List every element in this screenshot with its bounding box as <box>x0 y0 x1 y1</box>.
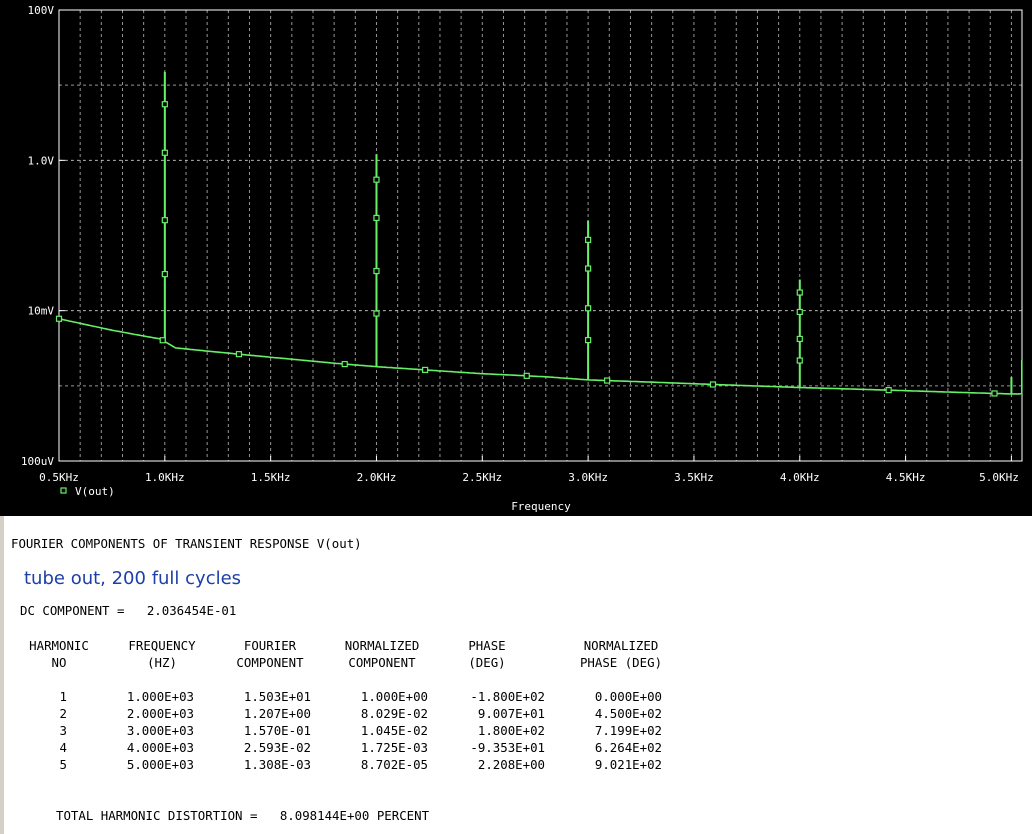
y-tick-label: 100V <box>28 4 55 17</box>
table-cell: 4 <box>59 740 67 755</box>
data-point-marker <box>796 335 803 343</box>
data-point-marker <box>709 381 717 388</box>
data-point-marker <box>796 308 803 316</box>
data-point-marker <box>373 214 380 222</box>
fourier-report: FOURIER COMPONENTS OF TRANSIENT RESPONSE… <box>0 516 1032 834</box>
data-point-marker <box>585 236 592 243</box>
probe-plot-window[interactable]: 100V 1.0V 10mV 100uV 0.5KHz 1.0KHz 1.5KHz 2.0KH… <box>0 0 1032 516</box>
data-point-marker <box>585 337 592 344</box>
data-point-marker <box>885 387 892 394</box>
table-cell: 2 <box>59 706 67 721</box>
table-cell: 9.007E+01 <box>477 706 545 721</box>
table-cell: 1 <box>59 689 67 704</box>
table-cell: 1.207E+00 <box>243 706 311 721</box>
x-axis-label: Frequency <box>511 500 571 513</box>
table-cell: 3 <box>59 723 67 738</box>
table-cell: -1.800E+02 <box>470 689 545 704</box>
table-cell: 1.503E+01 <box>243 689 311 704</box>
data-point-marker <box>161 101 168 108</box>
data-point-marker <box>235 351 243 358</box>
data-point-marker <box>161 217 168 224</box>
x-tick-label: 3.5KHz <box>674 471 714 484</box>
table-cell: 1.308E-03 <box>243 757 311 772</box>
table-cell: 8.702E-05 <box>360 757 428 772</box>
data-point-marker <box>161 271 168 278</box>
data-point-marker <box>373 267 380 275</box>
table-cell: 5 <box>59 757 67 772</box>
y-tick-label: 1.0V <box>28 154 55 167</box>
x-tick-label: 1.0KHz <box>145 471 185 484</box>
table-cell: 1.800E+02 <box>477 723 545 738</box>
table-cell: 2.593E-02 <box>243 740 311 755</box>
x-tick-label: 4.0KHz <box>780 471 820 484</box>
data-point-marker <box>604 377 611 384</box>
data-point-marker <box>341 360 348 368</box>
legend-label: V(out) <box>75 485 115 498</box>
data-point-marker <box>796 357 803 364</box>
table-header: NORMALIZED <box>583 638 659 653</box>
table-cell: 2.000E+03 <box>126 706 194 721</box>
table-cell: 1.570E-01 <box>243 723 311 738</box>
table-cell: 6.264E+02 <box>594 740 662 755</box>
y-tick-label: 10mV <box>28 305 55 318</box>
x-tick-label: 1.5KHz <box>251 471 291 484</box>
legend-marker-icon <box>60 487 67 494</box>
dc-component-line: DC COMPONENT = 2.036454E-01 <box>20 603 236 618</box>
data-point-marker <box>585 305 592 312</box>
data-point-marker <box>422 366 429 374</box>
table-cell: 7.199E+02 <box>594 723 662 738</box>
data-point-marker <box>373 310 380 317</box>
x-tick-label: 0.5KHz <box>39 471 79 484</box>
data-point-marker <box>523 372 530 379</box>
table-header: (DEG) <box>468 655 506 670</box>
x-tick-label: 5.0KHz <box>979 471 1019 484</box>
table-cell: 8.029E-02 <box>360 706 428 721</box>
x-tick-label: 3.0KHz <box>568 471 608 484</box>
data-point-marker <box>991 390 998 397</box>
x-tick-label: 2.0KHz <box>357 471 397 484</box>
table-cell: 1.000E+03 <box>126 689 194 704</box>
report-title: FOURIER COMPONENTS OF TRANSIENT RESPONSE… <box>11 536 362 551</box>
thd-line: TOTAL HARMONIC DISTORTION = 8.098144E+00… <box>56 808 429 823</box>
dc-component-label: DC COMPONENT = <box>20 603 125 618</box>
table-cell: 5.000E+03 <box>126 757 194 772</box>
data-point-marker <box>159 337 166 344</box>
report-note: tube out, 200 full cycles <box>24 568 242 589</box>
table-cell: 1.000E+00 <box>360 689 428 704</box>
table-cell: 3.000E+03 <box>126 723 194 738</box>
data-point-marker <box>161 149 168 156</box>
data-point-marker <box>796 289 803 296</box>
table-cell: 4.000E+03 <box>126 740 194 755</box>
table-cell: 1.045E-02 <box>360 723 428 738</box>
thd-value: 8.098144E+00 <box>279 808 370 823</box>
table-cell: 2.208E+00 <box>477 757 545 772</box>
plot-frame <box>58 9 1023 462</box>
table-header: PHASE (DEG) <box>579 655 663 670</box>
x-tick-label: 2.5KHz <box>462 471 502 484</box>
x-tick-label: 4.5KHz <box>886 471 926 484</box>
table-cell: 0.000E+00 <box>594 689 662 704</box>
table-cell: 1.725E-03 <box>360 740 428 755</box>
frequency-plot: 100V 1.0V 10mV 100uV 0.5KHz 1.0KHz 1.5KHz 2.0KH… <box>21 4 1023 513</box>
thd-label: TOTAL HARMONIC DISTORTION = <box>56 808 258 823</box>
dc-component-value: 2.036454E-01 <box>146 603 237 618</box>
y-tick-label: 100uV <box>21 455 54 468</box>
table-header: PHASE <box>468 638 506 653</box>
table-cell: 9.021E+02 <box>594 757 662 772</box>
data-point-marker <box>373 176 380 183</box>
table-cell: 4.500E+02 <box>594 706 662 721</box>
data-point-marker <box>55 315 63 322</box>
thd-unit: PERCENT <box>376 808 430 823</box>
table-cell: -9.353E+01 <box>470 740 545 755</box>
v-out-trace <box>58 71 1023 395</box>
data-point-marker <box>585 265 592 272</box>
